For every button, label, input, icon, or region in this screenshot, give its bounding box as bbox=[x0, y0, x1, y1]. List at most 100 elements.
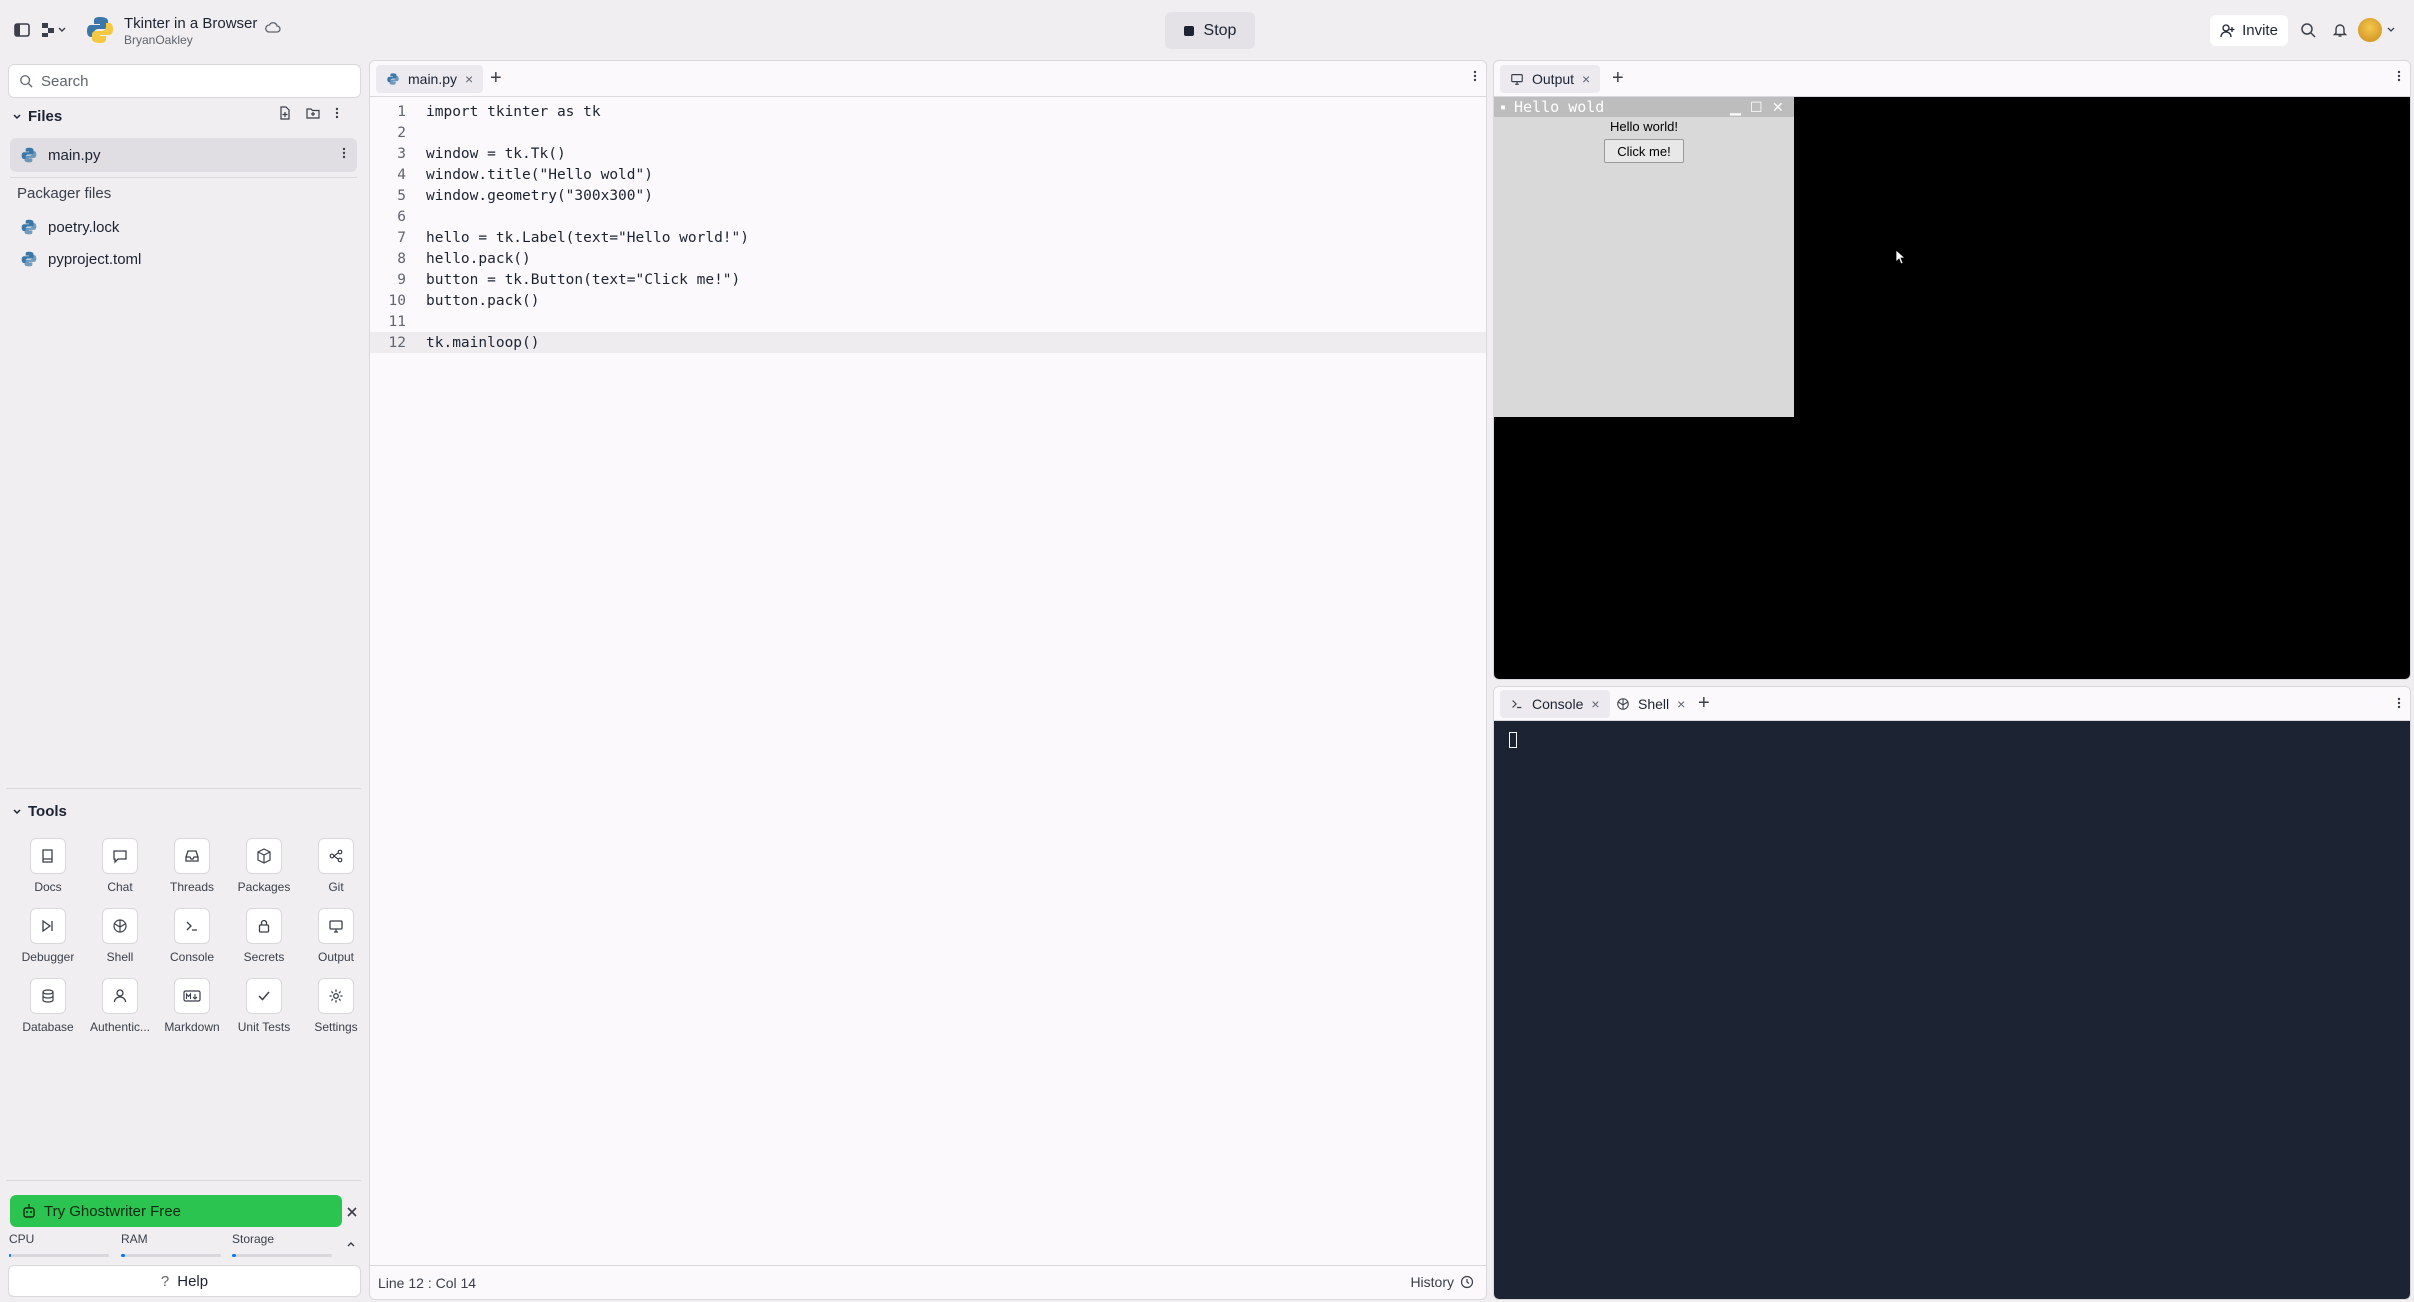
code-line: 5 window.geometry("300x300") bbox=[370, 185, 1486, 206]
cloud-sync-icon[interactable] bbox=[265, 20, 281, 41]
new-folder-icon[interactable] bbox=[306, 106, 320, 125]
console-icon bbox=[1512, 700, 1522, 709]
help-button[interactable]: ? Help bbox=[8, 1265, 361, 1297]
tool-unit-tests[interactable]: Unit Tests bbox=[228, 978, 300, 1034]
file-item-main-py[interactable]: main.py bbox=[10, 138, 357, 172]
tool-label: Database bbox=[22, 1020, 74, 1034]
search-placeholder: Search bbox=[41, 72, 89, 90]
tool-output[interactable]: Output bbox=[300, 908, 361, 964]
ghostwriter-label: Try Ghostwriter Free bbox=[44, 1202, 181, 1220]
console-output[interactable] bbox=[1494, 721, 2410, 1299]
line-number: 10 bbox=[388, 292, 406, 309]
maximize-icon[interactable]: ☐ bbox=[1750, 99, 1763, 116]
output-menu-icon[interactable] bbox=[2396, 69, 2402, 88]
code-line: 7 hello = tk.Label(text="Hello world!") bbox=[370, 227, 1486, 248]
editor-panel: main.py × + 1 import tkinter as tk 2 3 win… bbox=[369, 60, 1487, 1300]
add-user-icon bbox=[2220, 23, 2235, 37]
tk-click-button[interactable]: Click me! bbox=[1604, 139, 1684, 163]
tab-label: Console bbox=[1532, 696, 1584, 712]
replit-menu-icon[interactable] bbox=[38, 18, 70, 42]
tool-docs[interactable]: Docs bbox=[12, 838, 84, 894]
code-text: window = tk.Tk() bbox=[426, 145, 566, 162]
code-editor[interactable]: 1 import tkinter as tk 2 3 window = tk.Tk(… bbox=[370, 101, 1486, 353]
chevron-up-icon[interactable] bbox=[346, 1236, 356, 1254]
try-ghostwriter-button[interactable]: Try Ghostwriter Free bbox=[10, 1195, 342, 1227]
code-line-current: 12 tk.mainloop() bbox=[370, 332, 1486, 353]
files-section-header[interactable]: Files bbox=[12, 108, 62, 125]
code-line: 2 bbox=[370, 122, 1486, 143]
search-input[interactable]: Search bbox=[8, 64, 361, 98]
new-file-icon[interactable] bbox=[278, 106, 292, 125]
files-sidebar: Search Files main.py Packager files poet… bbox=[6, 60, 361, 1300]
search-icon[interactable] bbox=[2296, 18, 2320, 42]
cpu-meter-fill bbox=[9, 1254, 11, 1257]
vnc-output-screen[interactable]: ▪ Hello wold ▁ ☐ ✕ Hello world! Click me… bbox=[1494, 97, 2410, 679]
chevron-down-icon bbox=[13, 113, 21, 119]
tool-git[interactable]: Git bbox=[300, 838, 361, 894]
tool-label: Threads bbox=[169, 880, 215, 894]
add-tab-icon[interactable]: + bbox=[1612, 67, 1624, 90]
tk-menu-icon[interactable]: ▪ bbox=[1500, 102, 1506, 113]
file-item-pyproject-toml[interactable]: pyproject.toml bbox=[10, 242, 357, 276]
tool-database[interactable]: Database bbox=[12, 978, 84, 1034]
code-line: 10 button.pack() bbox=[370, 290, 1486, 311]
code-line: 9 button = tk.Button(text="Click me!") bbox=[370, 269, 1486, 290]
repl-title[interactable]: Tkinter in a Browser bbox=[124, 15, 257, 32]
code-text: tk.mainloop() bbox=[426, 334, 540, 351]
tool-debugger[interactable]: Debugger bbox=[12, 908, 84, 964]
console-menu-icon[interactable] bbox=[2396, 696, 2402, 715]
tk-titlebar[interactable]: ▪ Hello wold bbox=[1494, 97, 1794, 117]
tool-threads[interactable]: Threads bbox=[156, 838, 228, 894]
code-text: button.pack() bbox=[426, 292, 540, 309]
file-item-poetry-lock[interactable]: poetry.lock bbox=[10, 210, 357, 244]
history-button[interactable]: History bbox=[1410, 1274, 1474, 1290]
tool-packages[interactable]: Packages bbox=[228, 838, 300, 894]
history-icon bbox=[1460, 1275, 1474, 1289]
editor-tabbar: main.py × + bbox=[370, 61, 1486, 97]
monitor-icon bbox=[1511, 74, 1523, 85]
tool-markdown[interactable]: Markdown bbox=[156, 978, 228, 1034]
chevron-down-icon[interactable] bbox=[2384, 18, 2398, 42]
repl-owner[interactable]: BryanOakley bbox=[124, 33, 193, 47]
tool-shell[interactable]: Shell bbox=[84, 908, 156, 964]
package-icon bbox=[246, 838, 282, 874]
add-tab-icon[interactable]: + bbox=[490, 67, 502, 90]
tool-label: Secrets bbox=[243, 950, 285, 964]
minimize-icon[interactable]: ▁ bbox=[1730, 99, 1741, 116]
ghostwriter-icon bbox=[23, 1204, 35, 1218]
close-icon[interactable]: × bbox=[465, 71, 473, 87]
file-menu-icon[interactable] bbox=[341, 146, 347, 164]
tool-console[interactable]: Console bbox=[156, 908, 228, 964]
help-label: Help bbox=[177, 1272, 209, 1290]
code-line: 4 window.title("Hello wold") bbox=[370, 164, 1486, 185]
invite-button[interactable]: Invite bbox=[2210, 15, 2288, 46]
close-icon[interactable]: × bbox=[1582, 71, 1590, 87]
tab-label: Output bbox=[1532, 71, 1575, 87]
sidebar-toggle-icon[interactable] bbox=[10, 18, 34, 42]
close-icon[interactable]: × bbox=[1677, 696, 1685, 712]
close-icon[interactable]: × bbox=[1591, 696, 1599, 712]
avatar[interactable] bbox=[2358, 18, 2382, 42]
close-icon[interactable] bbox=[346, 1202, 358, 1223]
bell-icon[interactable] bbox=[2328, 18, 2352, 42]
editor-menu-icon[interactable] bbox=[1472, 69, 1478, 88]
tab-shell[interactable]: Shell × bbox=[1606, 690, 1695, 718]
files-menu-icon[interactable] bbox=[334, 106, 340, 125]
tool-chat[interactable]: Chat bbox=[84, 838, 156, 894]
tab-console[interactable]: Console × bbox=[1500, 690, 1610, 718]
stop-button[interactable]: Stop bbox=[1165, 12, 1255, 49]
tab-output[interactable]: Output × bbox=[1500, 65, 1601, 93]
tab-main-py[interactable]: main.py × bbox=[376, 65, 484, 93]
code-text: button = tk.Button(text="Click me!") bbox=[426, 271, 741, 288]
python-logo-icon[interactable] bbox=[84, 14, 116, 46]
tools-section-header[interactable]: Tools bbox=[12, 803, 67, 820]
add-tab-icon[interactable]: + bbox=[1698, 692, 1710, 715]
tool-secrets[interactable]: Secrets bbox=[228, 908, 300, 964]
tool-authentication[interactable]: Authentic... bbox=[84, 978, 156, 1034]
tool-settings[interactable]: Settings bbox=[300, 978, 361, 1034]
book-icon bbox=[30, 838, 66, 874]
python-file-icon bbox=[21, 219, 37, 235]
cursor-position[interactable]: Line 12 : Col 14 bbox=[378, 1275, 476, 1291]
close-icon[interactable]: ✕ bbox=[1772, 99, 1784, 116]
code-line: 6 bbox=[370, 206, 1486, 227]
